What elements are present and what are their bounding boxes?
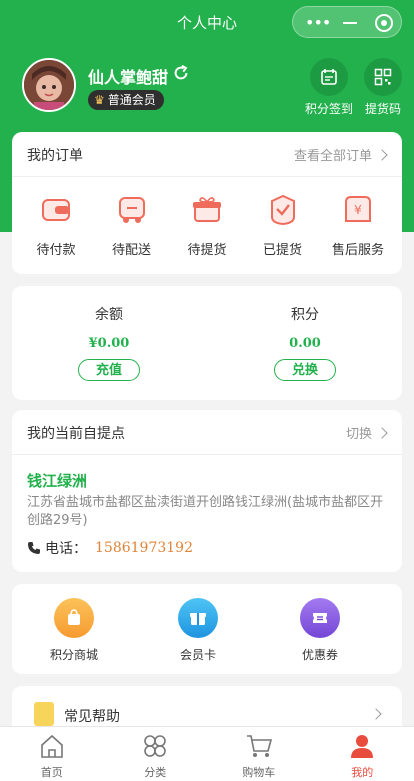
service-label: 优惠券: [280, 646, 360, 663]
tab-label: 首页: [0, 764, 104, 780]
exchange-button[interactable]: 兑换: [274, 359, 336, 381]
phone-label: 电话：: [45, 538, 87, 558]
help-label: 常见帮助: [64, 706, 120, 726]
quick-action-label: 提货码: [358, 100, 408, 117]
balance-label: 余额: [44, 304, 174, 324]
quick-action-label: 积分签到: [304, 100, 354, 117]
gift-card-icon: [178, 598, 218, 638]
svg-text:¥: ¥: [354, 203, 362, 217]
member-card-button[interactable]: 会员卡: [158, 598, 238, 663]
balance-value: ¥0.00: [44, 336, 174, 351]
points-section: 积分 0.00 兑换: [240, 304, 370, 381]
crown-icon: ♛: [94, 90, 105, 110]
coupon-icon: [300, 598, 340, 638]
order-item-label: 待提货: [171, 239, 243, 258]
category-icon: [141, 733, 169, 759]
calendar-icon: [310, 58, 348, 96]
bottom-tab-bar: 首页 分类 购物车 我的: [0, 726, 414, 781]
chevron-right-icon: [370, 708, 381, 719]
tab-label: 分类: [104, 764, 208, 780]
gift-box-icon: [190, 193, 224, 227]
pickup-point-card: 我的当前自提点 切换 钱江绿洲 江苏省盐城市盐都区盐渎街道开创路钱江绿洲(盐城市…: [12, 410, 402, 572]
pickup-code-button[interactable]: 提货码: [358, 58, 408, 117]
orders-card-header: 我的订单 查看全部订单: [12, 132, 402, 177]
chevron-right-icon: [376, 149, 387, 160]
wallet-icon: [39, 193, 73, 227]
tab-category[interactable]: 分类: [104, 727, 208, 781]
service-label: 会员卡: [158, 646, 238, 663]
home-icon: [38, 733, 66, 759]
switch-pickup-button[interactable]: 切换: [346, 423, 386, 442]
refresh-icon[interactable]: [172, 64, 190, 82]
order-item-label: 已提货: [247, 239, 319, 258]
points-label: 积分: [240, 304, 370, 324]
pickup-card-header: 我的当前自提点 切换: [12, 410, 402, 455]
order-status-pending-pickup[interactable]: 待提货: [171, 193, 243, 258]
chevron-right-icon: [376, 427, 387, 438]
services-card: 积分商城 会员卡 优惠券: [12, 584, 402, 674]
view-all-orders-label: 查看全部订单: [294, 145, 372, 164]
qrcode-icon: [364, 58, 402, 96]
order-item-label: 待付款: [20, 239, 92, 258]
more-dots-icon[interactable]: •••: [305, 15, 330, 31]
checked-box-icon: [266, 193, 300, 227]
points-value: 0.00: [240, 336, 370, 351]
avatar[interactable]: [22, 58, 76, 112]
balance-section: 余额 ¥0.00 充值: [44, 304, 174, 381]
close-target-icon[interactable]: [375, 14, 393, 32]
miniprogram-capsule[interactable]: •••: [292, 6, 402, 38]
points-checkin-button[interactable]: 积分签到: [304, 58, 354, 117]
view-all-orders-link[interactable]: 查看全部订单: [294, 145, 386, 164]
coupons-button[interactable]: 优惠券: [280, 598, 360, 663]
shopping-bag-icon: [54, 598, 94, 638]
pickup-title: 我的当前自提点: [27, 423, 125, 443]
refund-icon: ¥: [341, 193, 375, 227]
member-level-badge: ♛ 普通会员: [88, 90, 164, 110]
minimize-icon[interactable]: [343, 22, 357, 24]
tab-home[interactable]: 首页: [0, 727, 104, 781]
phone-icon: [27, 541, 41, 555]
help-doc-icon: [34, 702, 54, 726]
member-level-label: 普通会员: [108, 90, 156, 110]
orders-title: 我的订单: [27, 145, 83, 165]
top-bar: 个人中心 •••: [0, 0, 414, 44]
tab-label: 购物车: [207, 764, 311, 780]
order-item-label: 售后服务: [322, 239, 394, 258]
balance-card: 余额 ¥0.00 充值 积分 0.00 兑换: [12, 286, 402, 400]
pickup-point-name: 钱江绿洲: [27, 470, 87, 491]
cart-icon: [245, 733, 273, 759]
order-item-label: 待配送: [96, 239, 168, 258]
user-nickname: 仙人掌鲍甜: [88, 64, 168, 88]
order-status-pending-delivery[interactable]: 待配送: [96, 193, 168, 258]
tab-cart[interactable]: 购物车: [207, 727, 311, 781]
user-icon: [348, 733, 376, 759]
pickup-phone-row[interactable]: 电话： 15861973192: [27, 538, 193, 558]
orders-card: 我的订单 查看全部订单 待付款 待配送 待提货 已提货 ¥ 售后服务: [12, 132, 402, 274]
tab-label: 我的: [311, 764, 414, 780]
phone-number[interactable]: 15861973192: [95, 540, 193, 556]
order-status-picked-up[interactable]: 已提货: [247, 193, 319, 258]
order-status-after-sales[interactable]: ¥ 售后服务: [322, 193, 394, 258]
pickup-point-address: 江苏省盐城市盐都区盐渎街道开创路钱江绿洲(盐城市盐都区开创路29号): [27, 494, 387, 530]
delivery-truck-icon: [115, 193, 149, 227]
recharge-button[interactable]: 充值: [78, 359, 140, 381]
switch-label: 切换: [346, 423, 372, 442]
points-mall-button[interactable]: 积分商城: [34, 598, 114, 663]
tab-mine[interactable]: 我的: [311, 727, 414, 781]
service-label: 积分商城: [34, 646, 114, 663]
order-status-pending-payment[interactable]: 待付款: [20, 193, 92, 258]
